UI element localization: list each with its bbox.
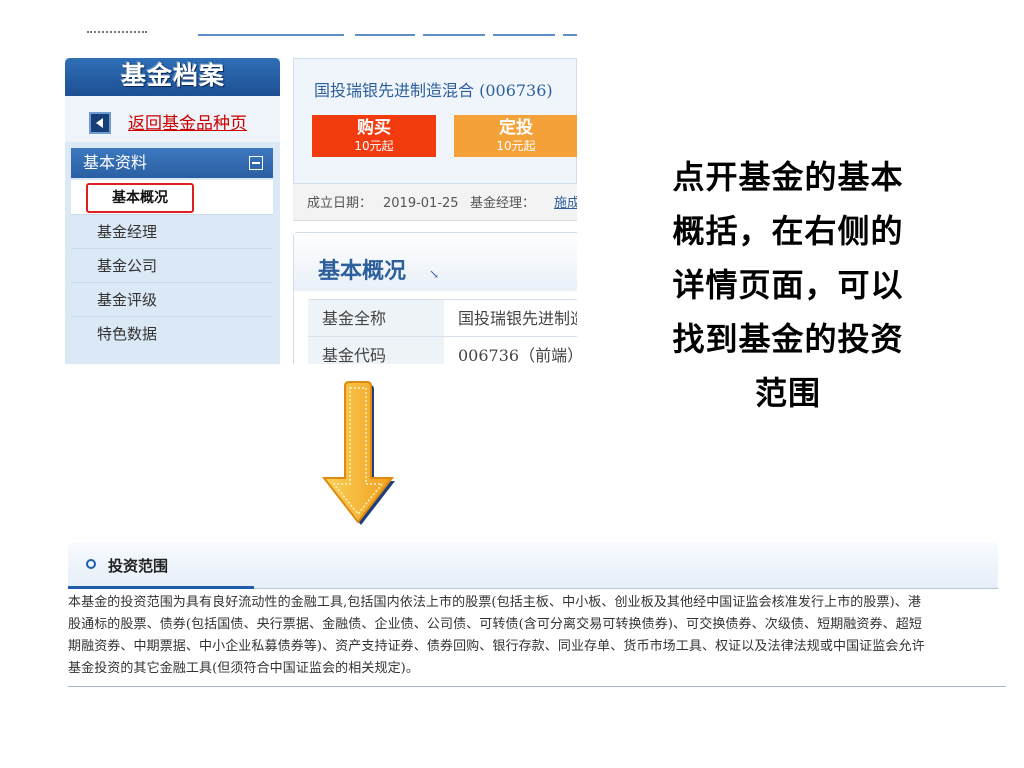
table-row: 基金代码 006736（前端） bbox=[308, 336, 577, 364]
back-to-fund-types-link[interactable]: 返回基金品种页 bbox=[128, 109, 247, 134]
fund-name: 国投瑞银先进制造混合 (006736) bbox=[314, 81, 553, 100]
fund-archive-sidebar: 基金档案 返回基金品种页 基本资料 基本概况 基金经理 基金公司 基金评级 特色… bbox=[65, 58, 280, 364]
nav-tab[interactable] bbox=[493, 34, 555, 36]
buy-min-amount: 10元起 bbox=[354, 139, 394, 153]
established-label: 成立日期： bbox=[307, 196, 373, 211]
fund-header-card: 国投瑞银先进制造混合 (006736) 购买 10元起 定投 10元起 bbox=[293, 58, 577, 184]
row-key: 基金全称 bbox=[308, 300, 444, 336]
top-nav-strip bbox=[65, 30, 577, 40]
sidebar-item-overview-label: 基本概况 bbox=[86, 183, 194, 213]
nav-dots bbox=[87, 31, 147, 37]
scope-line: 股通标的股票、债券(包括国债、央行票据、金融债、企业债、公司债、可转债(含可分离… bbox=[68, 617, 922, 632]
nav-tab[interactable] bbox=[355, 34, 415, 36]
scope-line: 基金投资的其它金融工具(但须符合中国证监会的相关规定)。 bbox=[68, 661, 419, 676]
basic-info-section-header[interactable]: 基本资料 bbox=[71, 148, 273, 178]
annotation-line: 范围 bbox=[754, 374, 821, 412]
title-underline bbox=[68, 586, 254, 589]
investment-scope-panel: 投资范围 本基金的投资范围为具有良好流动性的金融工具,包括国内依法上市的股票(包… bbox=[68, 542, 1006, 694]
annotation-line: 点开基金的基本 bbox=[672, 158, 904, 196]
fund-info-bar: 成立日期： 2019-01-25 基金经理： 施成 bbox=[293, 184, 577, 221]
sidebar-item-company[interactable]: 基金公司 bbox=[71, 248, 273, 283]
investment-scope-header: 投资范围 bbox=[68, 542, 998, 589]
expand-arrow-icon[interactable]: ↘ bbox=[429, 267, 439, 281]
fund-profile-screenshot: 基金档案 返回基金品种页 基本资料 基本概况 基金经理 基金公司 基金评级 特色… bbox=[65, 30, 577, 364]
nav-tab[interactable] bbox=[423, 34, 485, 36]
annotation-line: 详情页面，可以 bbox=[672, 266, 904, 304]
back-arrow-icon[interactable] bbox=[89, 112, 111, 134]
annotation-line: 找到基金的投资 bbox=[672, 320, 904, 358]
established-date: 2019-01-25 bbox=[383, 196, 459, 211]
nav-tab[interactable] bbox=[563, 34, 577, 36]
section-title: 基本资料 bbox=[83, 153, 148, 172]
bottom-divider bbox=[68, 686, 1006, 687]
overview-title: 基本概况 bbox=[318, 258, 407, 284]
fund-detail-main: 国投瑞银先进制造混合 (006736) 购买 10元起 定投 10元起 成立日期… bbox=[293, 58, 577, 364]
fixed-investment-min-amount: 10元起 bbox=[496, 139, 536, 153]
sidebar-item-special-data[interactable]: 特色数据 bbox=[71, 316, 273, 351]
overview-card: 基本概况 ↘ 基金全称 国投瑞银先进制造混合 基金代码 006736（前端） bbox=[293, 232, 577, 364]
fixed-investment-label: 定投 bbox=[499, 118, 533, 138]
manager-link[interactable]: 施成 bbox=[554, 184, 577, 224]
instruction-annotation: 点开基金的基本 概括，在右侧的 详情页面，可以 找到基金的投资 范围 bbox=[628, 150, 948, 420]
overview-header: 基本概况 ↘ bbox=[294, 233, 577, 291]
buy-button[interactable]: 购买 10元起 bbox=[312, 115, 436, 157]
bullet-circle-icon bbox=[86, 559, 96, 569]
row-value: 006736（前端） bbox=[458, 346, 577, 364]
sidebar-item-label: 基金公司 bbox=[97, 257, 158, 275]
row-key: 基金代码 bbox=[308, 337, 444, 364]
sidebar-item-label: 基金评级 bbox=[97, 291, 158, 309]
back-row: 返回基金品种页 bbox=[65, 96, 280, 142]
fixed-investment-button[interactable]: 定投 10元起 bbox=[454, 115, 577, 157]
collapse-icon[interactable] bbox=[249, 156, 263, 170]
fund-archive-logo: 基金档案 bbox=[65, 58, 280, 96]
buy-label: 购买 bbox=[357, 118, 391, 138]
nav-tab[interactable] bbox=[198, 34, 344, 36]
down-arrow-icon bbox=[321, 381, 395, 525]
scope-line: 期融资券、中期票据、中小企业私募债券等)、资产支持证券、债券回购、银行存款、同业… bbox=[68, 639, 925, 654]
row-value: 国投瑞银先进制造混合 bbox=[458, 309, 577, 328]
manager-label: 基金经理： bbox=[470, 196, 536, 211]
annotation-line: 概括，在右侧的 bbox=[672, 212, 904, 250]
investment-scope-title: 投资范围 bbox=[108, 557, 169, 575]
table-row: 基金全称 国投瑞银先进制造混合 bbox=[308, 299, 577, 336]
sidebar-item-manager[interactable]: 基金经理 bbox=[71, 214, 273, 249]
scope-line: 本基金的投资范围为具有良好流动性的金融工具,包括国内依法上市的股票(包括主板、中… bbox=[68, 595, 921, 610]
investment-scope-text: 本基金的投资范围为具有良好流动性的金融工具,包括国内依法上市的股票(包括主板、中… bbox=[68, 592, 998, 680]
sidebar-item-overview[interactable]: 基本概况 bbox=[71, 180, 273, 214]
sidebar-item-label: 基金经理 bbox=[97, 223, 158, 241]
sidebar-item-rating[interactable]: 基金评级 bbox=[71, 282, 273, 317]
logo-text: 基金档案 bbox=[120, 61, 225, 90]
sidebar-item-label: 特色数据 bbox=[97, 325, 158, 343]
